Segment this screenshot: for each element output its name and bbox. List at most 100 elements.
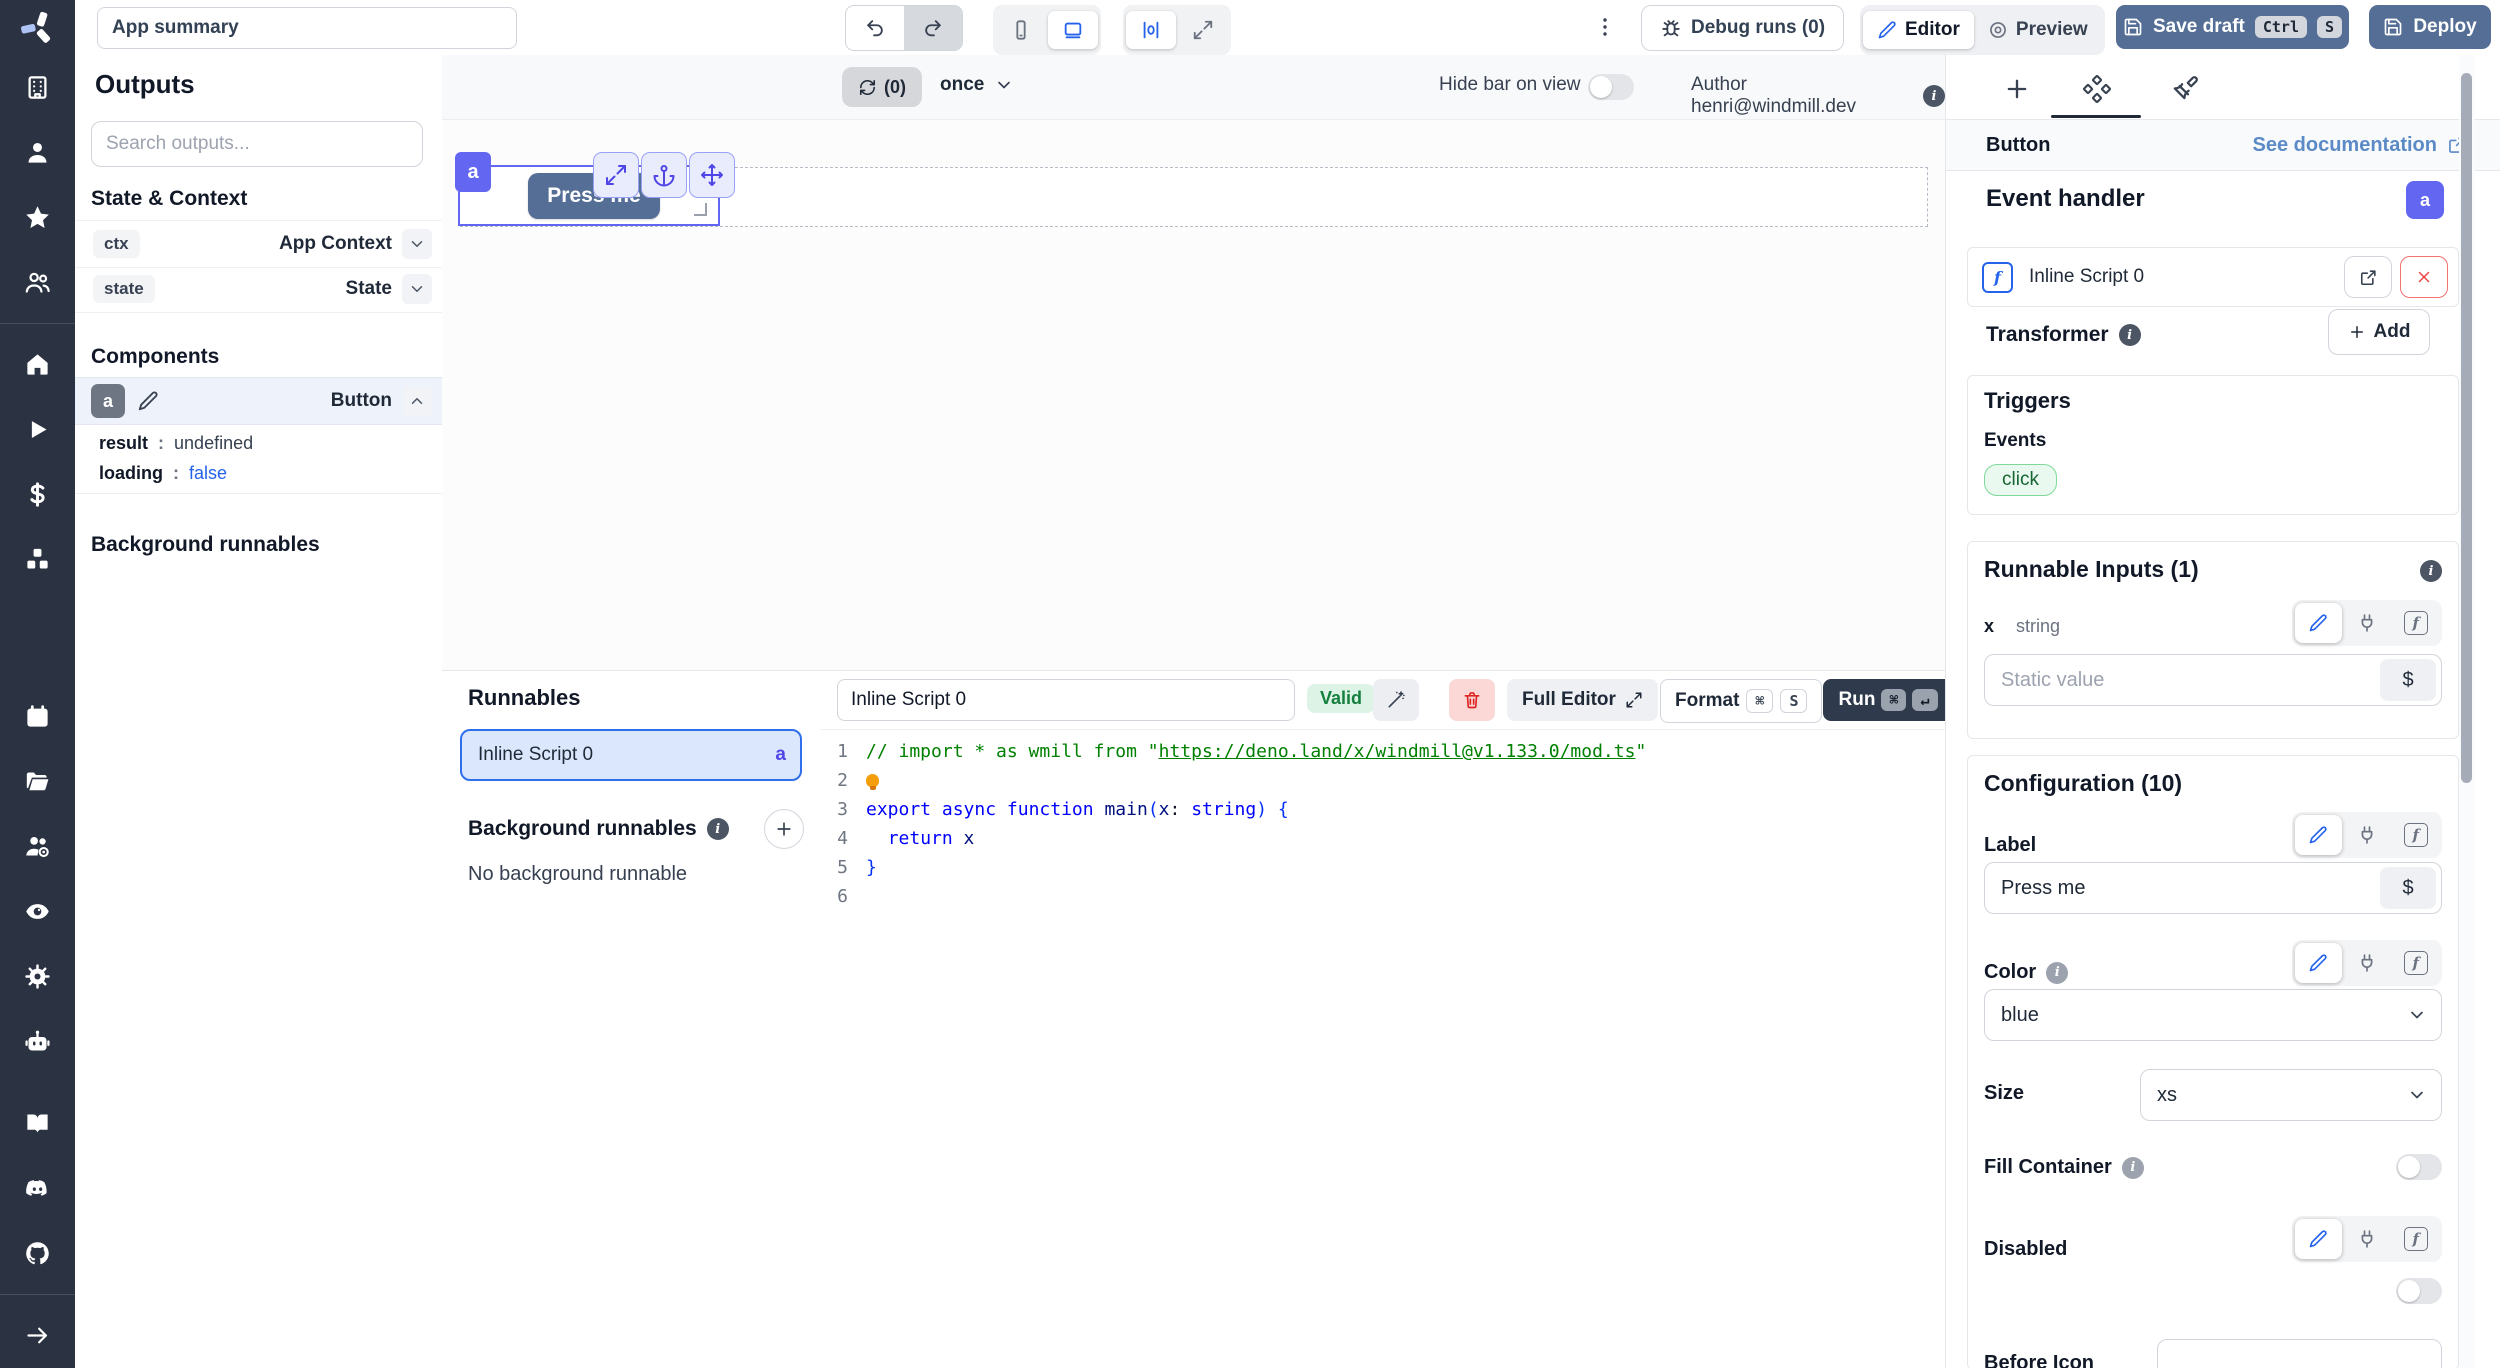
- eval-mode-button[interactable]: f: [2392, 603, 2439, 643]
- static-value-input[interactable]: [1985, 655, 2441, 705]
- anchor-component-button[interactable]: [641, 152, 687, 198]
- info-icon[interactable]: [2119, 324, 2141, 346]
- calendar-icon[interactable]: [24, 703, 51, 730]
- connect-mode-button[interactable]: [2344, 943, 2391, 983]
- before-icon-select[interactable]: [2157, 1339, 2442, 1368]
- connect-mode-button[interactable]: [2344, 1219, 2391, 1259]
- play-icon[interactable]: [24, 416, 51, 443]
- connect-mode-button[interactable]: [2344, 815, 2391, 855]
- windmill-logo[interactable]: [0, 0, 75, 55]
- run-button[interactable]: Run ⌘ ↵: [1823, 679, 1953, 721]
- star-icon[interactable]: [24, 204, 51, 231]
- component-a-row[interactable]: a Button: [75, 377, 442, 425]
- arrow-right-icon[interactable]: [24, 1322, 51, 1349]
- script-name-input[interactable]: [837, 679, 1295, 721]
- static-mode-button[interactable]: [2295, 815, 2342, 855]
- delete-script-button[interactable]: [1449, 679, 1495, 721]
- label-input[interactable]: [1985, 863, 2441, 913]
- static-mode-button[interactable]: [2295, 943, 2342, 983]
- styling-tab[interactable]: [2172, 75, 2202, 105]
- eval-mode-button[interactable]: f: [2392, 815, 2439, 855]
- static-mode-button[interactable]: [2295, 603, 2342, 643]
- move-component-button[interactable]: [689, 152, 735, 198]
- preview-tab[interactable]: Preview: [1974, 11, 2102, 49]
- mobile-view-button[interactable]: [996, 11, 1046, 49]
- see-documentation-link[interactable]: See documentation: [2253, 134, 2467, 157]
- size-select[interactable]: xs: [2140, 1069, 2442, 1121]
- code-line[interactable]: 1// import * as wmill from "https://deno…: [820, 737, 1945, 766]
- connect-mode-button[interactable]: [2344, 603, 2391, 643]
- info-icon[interactable]: [707, 818, 729, 840]
- center-layout-button[interactable]: [1126, 11, 1176, 49]
- building-icon[interactable]: [24, 74, 51, 101]
- expand-component-button[interactable]: [593, 152, 639, 198]
- info-icon[interactable]: [2420, 560, 2442, 582]
- connect-dollar-button[interactable]: $: [2380, 659, 2436, 701]
- info-icon[interactable]: [1923, 85, 1945, 107]
- folder-open-icon[interactable]: [24, 768, 51, 795]
- code-line[interactable]: 2: [820, 766, 1945, 795]
- debug-runs-button[interactable]: Debug runs (0): [1641, 5, 1844, 51]
- scrollbar-thumb[interactable]: [2461, 73, 2472, 783]
- open-script-button[interactable]: [2344, 256, 2392, 298]
- rename-pencil-icon[interactable]: [137, 390, 159, 412]
- state-output-row[interactable]: state State: [75, 266, 442, 313]
- deploy-button[interactable]: Deploy: [2369, 5, 2491, 49]
- lightbulb-icon[interactable]: [866, 774, 879, 787]
- add-background-runnable-button[interactable]: [764, 809, 804, 849]
- ctx-expand-button[interactable]: [402, 229, 432, 259]
- github-icon[interactable]: [24, 1240, 51, 1267]
- ctx-output-row[interactable]: ctx App Context: [75, 220, 442, 268]
- editor-tab[interactable]: Editor: [1863, 11, 1974, 49]
- users-gear-icon[interactable]: [24, 833, 51, 860]
- bot-icon[interactable]: [24, 1028, 51, 1055]
- desktop-view-button[interactable]: [1048, 11, 1098, 49]
- dollar-icon[interactable]: [24, 481, 51, 508]
- info-icon[interactable]: [2046, 962, 2068, 984]
- user-icon[interactable]: [24, 139, 51, 166]
- inspector-scrollbar[interactable]: [2459, 55, 2475, 1368]
- info-icon[interactable]: [2122, 1157, 2144, 1179]
- users-icon[interactable]: [24, 269, 51, 296]
- undo-button[interactable]: [846, 6, 904, 50]
- boxes-icon[interactable]: [24, 546, 51, 573]
- app-summary-input[interactable]: [97, 7, 517, 49]
- add-component-tab[interactable]: [2003, 75, 2033, 105]
- code-line[interactable]: 4 return x: [820, 824, 1945, 853]
- full-width-button[interactable]: [1178, 11, 1228, 49]
- component-settings-tab[interactable]: [2083, 75, 2113, 105]
- refresh-button[interactable]: (0): [842, 67, 922, 107]
- gear-icon[interactable]: [24, 963, 51, 990]
- full-editor-button[interactable]: Full Editor: [1507, 679, 1658, 721]
- eval-mode-button[interactable]: f: [2392, 943, 2439, 983]
- more-menu-button[interactable]: [1593, 15, 1617, 39]
- frequency-dropdown[interactable]: once: [940, 74, 1014, 96]
- collapse-component-button[interactable]: [402, 386, 432, 416]
- ai-assistant-button[interactable]: [1373, 679, 1419, 721]
- detach-script-button[interactable]: [2400, 256, 2448, 298]
- search-outputs-input[interactable]: [91, 121, 423, 167]
- redo-button[interactable]: [904, 6, 962, 50]
- discord-icon[interactable]: [24, 1175, 51, 1202]
- connect-dollar-button[interactable]: $: [2380, 867, 2436, 909]
- inline-script-item[interactable]: Inline Script 0 a: [460, 729, 802, 781]
- attached-script-row[interactable]: f Inline Script 0: [1967, 247, 2459, 307]
- code-line[interactable]: 6: [820, 882, 1945, 911]
- hide-bar-toggle[interactable]: [1588, 74, 1634, 100]
- disabled-toggle[interactable]: [2396, 1278, 2442, 1304]
- format-button[interactable]: Format ⌘ S: [1660, 679, 1822, 723]
- save-draft-button[interactable]: Save draft Ctrl S: [2116, 5, 2349, 49]
- code-line[interactable]: 3export async function main(x: string) {: [820, 795, 1945, 824]
- home-icon[interactable]: [24, 351, 51, 378]
- book-open-icon[interactable]: [24, 1110, 51, 1137]
- eye-icon[interactable]: [24, 898, 51, 925]
- color-select[interactable]: blue: [1984, 989, 2442, 1041]
- state-expand-button[interactable]: [402, 274, 432, 304]
- resize-handle[interactable]: [694, 203, 707, 216]
- code-line[interactable]: 5}: [820, 853, 1945, 882]
- eval-mode-button[interactable]: f: [2392, 1219, 2439, 1259]
- fill-container-toggle[interactable]: [2396, 1154, 2442, 1180]
- static-mode-button[interactable]: [2295, 1219, 2342, 1259]
- add-transformer-button[interactable]: Add: [2328, 309, 2430, 355]
- code-editor-content[interactable]: 1// import * as wmill from "https://deno…: [820, 737, 1945, 911]
